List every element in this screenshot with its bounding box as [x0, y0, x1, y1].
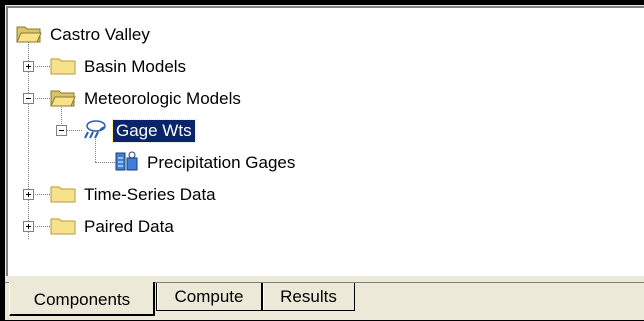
folder-icon [50, 55, 76, 80]
tab-components[interactable]: Components [9, 282, 155, 316]
tree-node-label: Paired Data [84, 217, 174, 236]
tree-line [33, 98, 50, 99]
tree-node-gage-wts[interactable]: Gage Wts [82, 116, 196, 146]
tab-results[interactable]: Results [262, 283, 355, 311]
expand-toggle[interactable] [23, 221, 34, 232]
folder-icon [50, 183, 76, 208]
tab-label: Compute [174, 286, 244, 306]
folder-icon [50, 215, 76, 240]
tree-node-basin-models[interactable]: Basin Models [50, 52, 189, 82]
collapse-toggle[interactable] [56, 125, 67, 136]
precipitation-gages-icon [115, 150, 139, 177]
watershed-explorer-panel: Castro Valley Basin Models Meteorologic … [5, 5, 644, 320]
tree-node-label: Time-Series Data [84, 185, 216, 204]
expand-toggle[interactable] [23, 61, 34, 72]
open-folder-icon [16, 23, 42, 48]
tree-node-label: Castro Valley [50, 25, 150, 44]
tree-node-castro-valley[interactable]: Castro Valley [16, 20, 153, 50]
tree-node-label: Precipitation Gages [147, 153, 296, 172]
tree-node-paired-data[interactable]: Paired Data [50, 212, 177, 242]
tree-line [33, 66, 50, 67]
open-folder-icon [50, 87, 76, 112]
tree-node-precipitation-gages[interactable]: Precipitation Gages [115, 148, 298, 178]
tree-node-label: Gage Wts [112, 119, 196, 143]
tab-label: Results [280, 286, 337, 306]
tab-label: Components [33, 289, 131, 309]
tab-bar: Components Compute Results [5, 282, 644, 321]
tree-line [95, 162, 115, 163]
tree-node-label: Meteorologic Models [84, 89, 241, 108]
tab-compute[interactable]: Compute [156, 283, 262, 311]
tree-node-meteorologic-models[interactable]: Meteorologic Models [50, 84, 244, 114]
collapse-toggle[interactable] [23, 93, 34, 104]
meteorologic-model-icon [82, 118, 108, 145]
tree-line [33, 194, 50, 195]
expand-toggle[interactable] [23, 189, 34, 200]
component-tree: Castro Valley Basin Models Meteorologic … [6, 6, 644, 276]
tree-node-label: Basin Models [84, 57, 187, 76]
tree-node-time-series-data[interactable]: Time-Series Data [50, 180, 219, 210]
tree-line [65, 130, 82, 131]
tree-line [33, 226, 50, 227]
